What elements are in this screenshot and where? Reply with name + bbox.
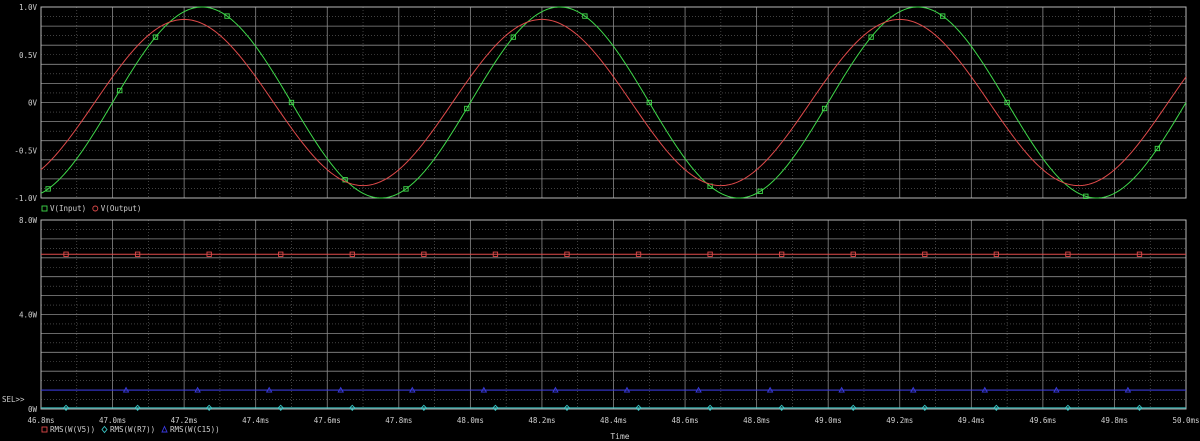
x-tick-label: 46.8ms: [27, 416, 54, 425]
x-tick-label: 47.2ms: [171, 416, 198, 425]
y-tick-label: 0W: [28, 405, 38, 414]
oscilloscope-plot-window: 1.0V 0.5V 0V -0.5V -1.0V V(Input) V(Output) 8…: [0, 0, 1200, 441]
x-tick-label: 49.2ms: [886, 416, 913, 425]
y-tick-label: -0.5V: [14, 146, 37, 155]
x-tick-label: 49.8ms: [1101, 416, 1128, 425]
y-tick-label: 4.0W: [19, 311, 38, 320]
legend-label: RMS(W(C15)): [170, 425, 220, 434]
y-tick-label: 8.0W: [19, 216, 38, 225]
legend-label: V(Input): [50, 204, 86, 213]
x-tick-label: 47.6ms: [314, 416, 341, 425]
y-tick-label: -1.0V: [14, 194, 37, 203]
y-tick-label: 0V: [28, 99, 38, 108]
x-tick-label: 48.0ms: [457, 416, 484, 425]
legend-label: V(Output): [101, 204, 142, 213]
x-tick-label: 49.4ms: [958, 416, 985, 425]
x-tick-label: 50.0ms: [1172, 416, 1199, 425]
power-legend: RMS(W(V5)) RMS(W(R7)) RMS(W(C15)): [41, 425, 220, 434]
x-tick-label: 48.8ms: [743, 416, 770, 425]
x-tick-label: 47.0ms: [99, 416, 126, 425]
x-tick-label: 47.8ms: [385, 416, 412, 425]
x-tick-label: 47.4ms: [242, 416, 269, 425]
legend-label: RMS(W(R7)): [110, 425, 155, 434]
x-tick-label: 49.6ms: [1029, 416, 1056, 425]
selected-plot-marker: SEL>>: [2, 395, 25, 404]
x-tick-label: 48.2ms: [528, 416, 555, 425]
x-tick-label: 49.0ms: [815, 416, 842, 425]
legend-label: RMS(W(V5)): [50, 425, 95, 434]
time-axis-title: Time: [610, 432, 629, 441]
x-tick-label: 48.6ms: [672, 416, 699, 425]
y-tick-label: 1.0V: [19, 3, 38, 12]
x-tick-label: 48.4ms: [600, 416, 627, 425]
y-tick-label: 0.5V: [19, 51, 38, 60]
